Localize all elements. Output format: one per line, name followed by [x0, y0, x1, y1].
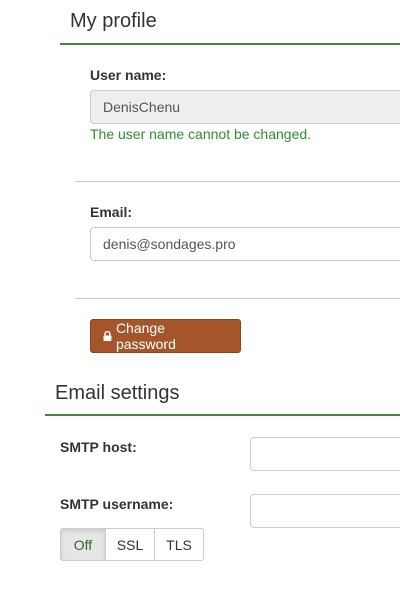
smtp-username-input[interactable]	[250, 494, 400, 528]
lock-icon	[103, 331, 112, 341]
section-divider	[75, 298, 400, 299]
email-label: Email:	[90, 204, 133, 220]
profile-title-divider	[60, 43, 400, 45]
smtp-ssl-toggle-group: Off SSL TLS	[60, 528, 204, 562]
username-label: User name:	[90, 67, 167, 83]
username-field[interactable]: DenisChenu	[90, 90, 400, 124]
ssl-option-tls[interactable]: TLS	[154, 528, 204, 561]
email-settings-title: Email settings	[55, 382, 180, 404]
ssl-option-ssl[interactable]: SSL	[105, 528, 155, 561]
email-field[interactable]: denis@sondages.pro	[90, 227, 400, 261]
username-help-text: The user name cannot be changed.	[90, 126, 312, 142]
change-password-label: Change password	[115, 320, 176, 352]
change-password-button[interactable]: Change password	[90, 319, 241, 353]
ssl-option-off[interactable]: Off	[60, 528, 106, 561]
email-settings-divider	[45, 414, 400, 416]
smtp-username-label: SMTP username:	[60, 496, 174, 512]
section-divider	[75, 181, 400, 182]
smtp-host-input[interactable]	[250, 437, 400, 471]
smtp-host-label: SMTP host:	[60, 439, 137, 455]
profile-title: My profile	[70, 10, 157, 32]
